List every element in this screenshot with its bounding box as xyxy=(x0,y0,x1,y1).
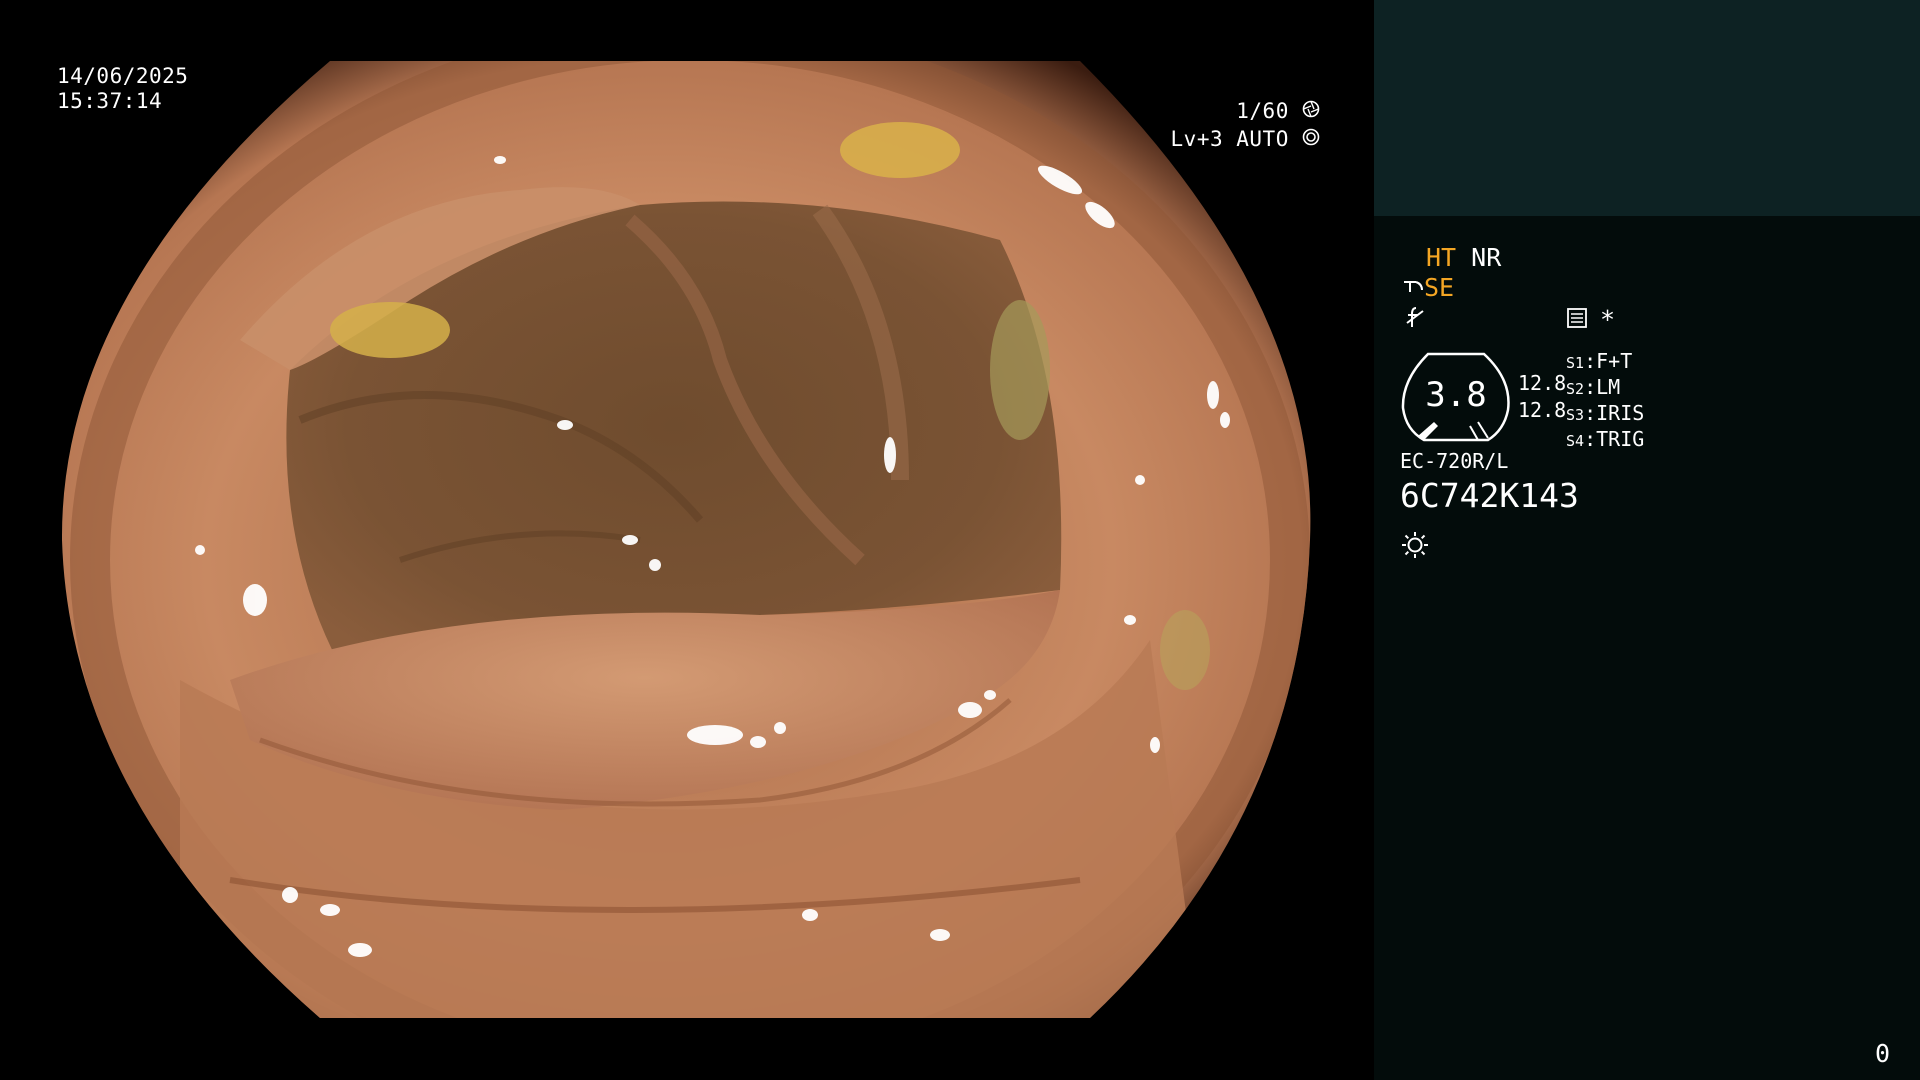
f-slash-icon xyxy=(1404,305,1426,335)
mode-value: AUTO xyxy=(1236,127,1289,151)
aperture-icon xyxy=(1302,100,1320,118)
gauge-side-2: 12.8 xyxy=(1518,398,1567,422)
serial-label: 6C742K143 xyxy=(1400,476,1579,515)
panel-header-area xyxy=(1374,0,1920,216)
scope-tip-icon xyxy=(1402,276,1424,296)
model-label: EC-720R/L xyxy=(1400,449,1509,473)
shutter-value: 1/60 xyxy=(1236,99,1289,123)
time-label: 15:37:14 xyxy=(57,89,163,113)
asterisk-indicator: * xyxy=(1600,305,1616,334)
switch-item: S2:LM xyxy=(1566,375,1621,399)
status-panel: HT NR SE * 3.8 12.8 12.8 S1:F+T S2:LM S3… xyxy=(1374,0,1920,1080)
target-icon xyxy=(1302,128,1320,146)
se-label: SE xyxy=(1424,273,1455,302)
light-icon xyxy=(1400,530,1430,564)
zoom-gauge: 3.8 xyxy=(1398,350,1514,444)
switch-item: S4:TRIG xyxy=(1566,427,1645,451)
gauge-value: 3.8 xyxy=(1425,375,1487,415)
se-row: SE xyxy=(1402,274,1454,302)
nr-label: NR xyxy=(1471,243,1502,272)
frame-counter: 0 xyxy=(1874,1039,1890,1068)
endoscopic-image xyxy=(61,61,1311,1018)
level-value: Lv+3 xyxy=(1170,127,1224,151)
shutter-readout: 1/60 xyxy=(1236,99,1320,124)
endoscope-view: 14/06/2025 15:37:14 1/60 Lv+3 AUTO xyxy=(0,0,1374,1080)
ht-label: HT xyxy=(1426,243,1457,272)
switch-item: S1:F+T xyxy=(1566,349,1633,373)
level-readout: Lv+3 AUTO xyxy=(1171,127,1320,152)
switch-list: S1:F+T S2:LM S3:IRIS S4:TRIG xyxy=(1566,349,1644,453)
memory-icon xyxy=(1566,307,1588,333)
ht-nr-row: HT NR xyxy=(1426,244,1501,272)
gauge-side-1: 12.8 xyxy=(1518,371,1567,395)
date-label: 14/06/2025 xyxy=(57,64,189,88)
switch-item: S3:IRIS xyxy=(1566,401,1645,425)
